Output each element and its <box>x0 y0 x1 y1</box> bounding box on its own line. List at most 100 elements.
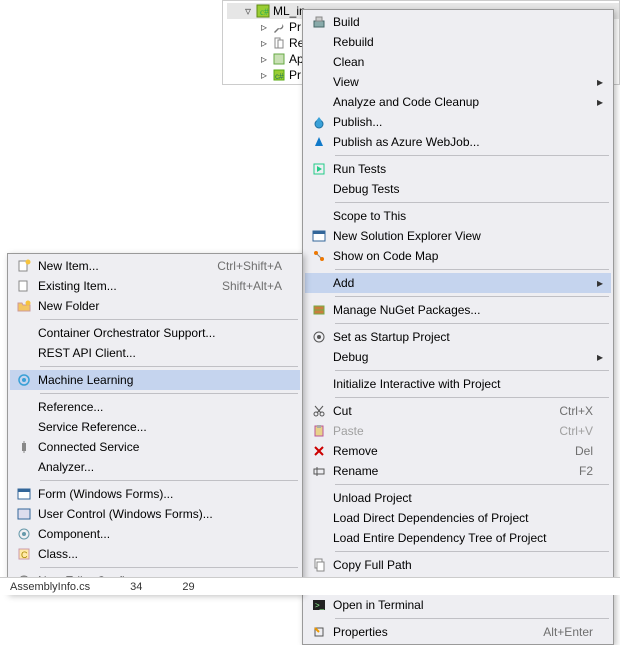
status-bar: AssemblyInfo.cs 34 29 <box>0 577 620 595</box>
status-col: 29 <box>182 581 194 593</box>
menu-gutter <box>10 343 38 363</box>
menu-gutter <box>305 206 333 226</box>
menu-separator <box>40 480 298 481</box>
menu-item-class[interactable]: CClass... <box>10 544 300 564</box>
menu-item-debug-tests[interactable]: Debug Tests <box>305 179 611 199</box>
status-file: AssemblyInfo.cs <box>10 581 90 593</box>
azure-icon <box>305 132 333 152</box>
menu-item-label: Copy Full Path <box>333 558 593 572</box>
menu-item-paste: PasteCtrl+V <box>305 421 611 441</box>
refs-icon <box>271 35 287 51</box>
solution-view-icon <box>305 226 333 246</box>
menu-separator <box>335 618 609 619</box>
menu-item-connected-service[interactable]: Connected Service <box>10 437 300 457</box>
svg-text:c#: c# <box>275 72 284 81</box>
menu-item-remove[interactable]: RemoveDel <box>305 441 611 461</box>
menu-item-open-in-terminal[interactable]: >_Open in Terminal <box>305 595 611 615</box>
menu-item-new-folder[interactable]: New Folder <box>10 296 300 316</box>
menu-item-new-solution-explorer-view[interactable]: New Solution Explorer View <box>305 226 611 246</box>
menu-item-publish[interactable]: Publish... <box>305 112 611 132</box>
rename-icon <box>305 461 333 481</box>
csharp-icon: c# <box>271 67 287 83</box>
menu-gutter <box>305 347 333 367</box>
menu-separator <box>335 269 609 270</box>
menu-separator <box>335 484 609 485</box>
menu-item-properties[interactable]: PropertiesAlt+Enter <box>305 622 611 642</box>
startup-icon <box>305 327 333 347</box>
menu-item-scope-to-this[interactable]: Scope to This <box>305 206 611 226</box>
menu-item-run-tests[interactable]: Run Tests <box>305 159 611 179</box>
menu-gutter <box>305 92 333 112</box>
menu-item-label: User Control (Windows Forms)... <box>38 507 282 521</box>
menu-item-initialize-interactive-with-project[interactable]: Initialize Interactive with Project <box>305 374 611 394</box>
codemap-icon <box>305 246 333 266</box>
menu-separator <box>40 319 298 320</box>
menu-item-shortcut: Ctrl+Shift+A <box>217 259 282 273</box>
menu-item-unload-project[interactable]: Unload Project <box>305 488 611 508</box>
menu-item-copy-full-path[interactable]: Copy Full Path <box>305 555 611 575</box>
menu-item-build[interactable]: Build <box>305 12 611 32</box>
tree-item-label: Pr <box>289 20 301 34</box>
svg-text:>_: >_ <box>315 601 325 610</box>
menu-gutter <box>10 397 38 417</box>
menu-item-publish-as-azure-webjob[interactable]: Publish as Azure WebJob... <box>305 132 611 152</box>
expander-icon[interactable]: ▿ <box>243 6 253 16</box>
menu-item-new-item[interactable]: New Item...Ctrl+Shift+A <box>10 256 300 276</box>
new-item-icon <box>10 256 38 276</box>
menu-item-label: Paste <box>333 424 547 438</box>
menu-item-label: Container Orchestrator Support... <box>38 326 282 340</box>
menu-item-rest-api-client[interactable]: REST API Client... <box>10 343 300 363</box>
menu-item-reference[interactable]: Reference... <box>10 397 300 417</box>
menu-separator <box>335 296 609 297</box>
menu-item-debug[interactable]: Debug▸ <box>305 347 611 367</box>
menu-item-container-orchestrator-support[interactable]: Container Orchestrator Support... <box>10 323 300 343</box>
properties-icon <box>305 622 333 642</box>
menu-item-rename[interactable]: Rename F2 <box>305 461 611 481</box>
app-icon <box>271 51 287 67</box>
menu-item-label: Initialize Interactive with Project <box>333 377 593 391</box>
menu-item-show-on-code-map[interactable]: Show on Code Map <box>305 246 611 266</box>
nuget-icon <box>305 300 333 320</box>
menu-item-label: Rename <box>333 464 567 478</box>
menu-item-add[interactable]: Add▸ <box>305 273 611 293</box>
menu-gutter <box>305 179 333 199</box>
menu-item-label: Unload Project <box>333 491 593 505</box>
menu-item-set-as-startup-project[interactable]: Set as Startup Project <box>305 327 611 347</box>
menu-item-analyzer[interactable]: Analyzer... <box>10 457 300 477</box>
menu-item-label: New Solution Explorer View <box>333 229 593 243</box>
menu-item-machine-learning[interactable]: Machine Learning <box>10 370 300 390</box>
menu-item-label: Add <box>333 276 593 290</box>
svg-text:c#: c# <box>260 7 269 17</box>
publish-icon <box>305 112 333 132</box>
expander-icon[interactable]: ▹ <box>259 54 269 64</box>
menu-separator <box>335 323 609 324</box>
menu-item-label: Debug <box>333 350 593 364</box>
menu-item-rebuild[interactable]: Rebuild <box>305 32 611 52</box>
expander-icon[interactable]: ▹ <box>259 70 269 80</box>
menu-item-analyze-and-code-cleanup[interactable]: Analyze and Code Cleanup▸ <box>305 92 611 112</box>
menu-item-shortcut: Shift+Alt+A <box>222 279 282 293</box>
menu-gutter <box>10 457 38 477</box>
menu-item-label: Show on Code Map <box>333 249 593 263</box>
menu-item-user-control-windows-forms[interactable]: User Control (Windows Forms)... <box>10 504 300 524</box>
menu-item-manage-nuget-packages[interactable]: Manage NuGet Packages... <box>305 300 611 320</box>
menu-item-cut[interactable]: CutCtrl+X <box>305 401 611 421</box>
menu-item-view[interactable]: View▸ <box>305 72 611 92</box>
menu-item-existing-item[interactable]: Existing Item...Shift+Alt+A <box>10 276 300 296</box>
menu-item-label: New Folder <box>38 299 282 313</box>
menu-item-load-entire-dependency-tree-of-project[interactable]: Load Entire Dependency Tree of Project <box>305 528 611 548</box>
menu-item-service-reference[interactable]: Service Reference... <box>10 417 300 437</box>
menu-item-shortcut: F2 <box>579 464 593 478</box>
wrench-icon <box>271 19 287 35</box>
expander-icon[interactable]: ▹ <box>259 22 269 32</box>
copy-path-icon <box>305 555 333 575</box>
menu-gutter <box>10 323 38 343</box>
menu-item-label: Publish... <box>333 115 593 129</box>
submenu-arrow-icon: ▸ <box>593 350 603 364</box>
menu-item-clean[interactable]: Clean <box>305 52 611 72</box>
menu-item-component[interactable]: Component... <box>10 524 300 544</box>
expander-icon[interactable]: ▹ <box>259 38 269 48</box>
menu-item-load-direct-dependencies-of-project[interactable]: Load Direct Dependencies of Project <box>305 508 611 528</box>
class-icon: C <box>10 544 38 564</box>
menu-item-form-windows-forms[interactable]: Form (Windows Forms)... <box>10 484 300 504</box>
